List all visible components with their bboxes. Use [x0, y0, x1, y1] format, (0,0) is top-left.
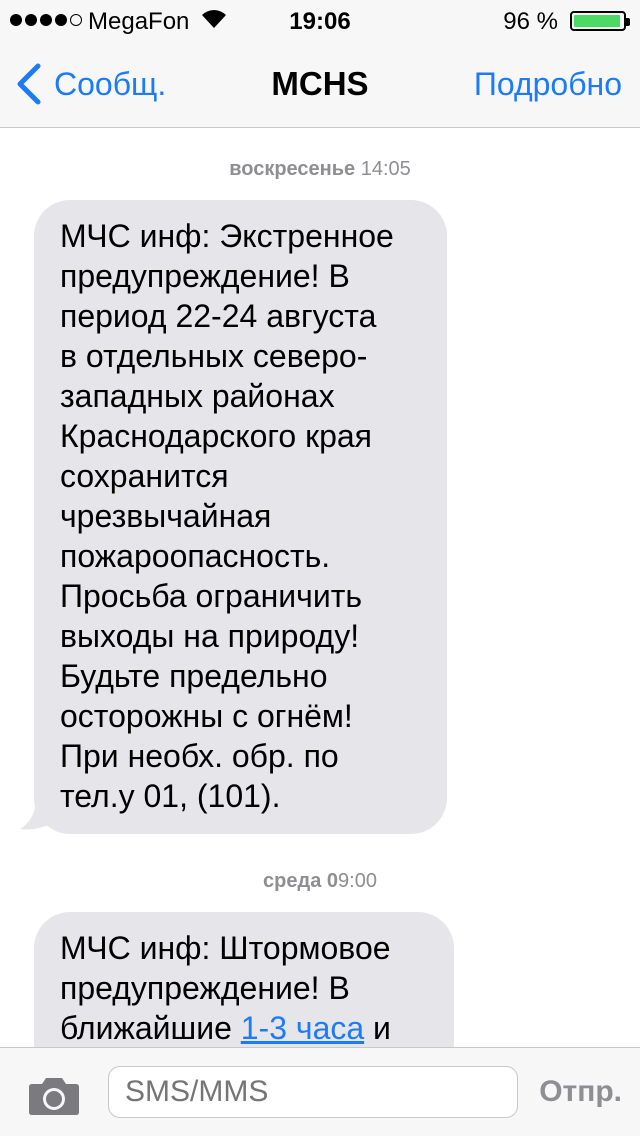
message-line: Просьба ограничить — [60, 578, 363, 614]
message-line: сохранится — [60, 458, 229, 494]
camera-icon[interactable] — [28, 1076, 80, 1116]
message-line: осторожны с огнём! — [60, 698, 353, 734]
navigation-bar: Сообщ. MCHS Подробно — [0, 40, 640, 128]
message-line: чрезвычайная — [60, 498, 272, 534]
message-composer: Отпр. — [0, 1047, 640, 1136]
message-line: МЧС инф: Экстренное — [60, 218, 394, 254]
timestamp-time: 9:00 — [338, 870, 377, 892]
message-line: пожароопасность. — [60, 538, 331, 574]
message-text: и — [364, 1010, 391, 1046]
message-line: выходы на природу! — [60, 618, 360, 654]
message-text: ближайшие — [60, 1010, 241, 1046]
message-bubble[interactable]: МЧС инф: Экстренное предупреждение! В пе… — [34, 200, 447, 834]
message-line: При необх. обр. по — [60, 738, 339, 774]
battery-icon — [570, 11, 630, 31]
message-line: МЧС инф: Штормовое — [60, 930, 391, 966]
message-line: предупреждение! В — [60, 258, 350, 294]
message-line: в отдельных северо- — [60, 338, 368, 374]
timestamp-day: воскресенье — [229, 158, 356, 180]
timestamp-time: 14:05 — [360, 158, 411, 180]
details-button[interactable]: Подробно — [474, 62, 622, 106]
message-line: ближайшие 1-3 часа и — [60, 1008, 426, 1047]
status-bar: MegaFon 19:06 96 % — [0, 0, 640, 40]
send-button[interactable]: Отпр. — [539, 1072, 622, 1112]
message-timestamp: среда 09:00 — [0, 870, 640, 893]
message-input[interactable] — [108, 1066, 518, 1118]
battery-percentage: 96 % — [503, 8, 558, 35]
battery-fill — [574, 15, 621, 27]
bubble-tail — [20, 801, 48, 830]
message-line: западных районах — [60, 378, 335, 414]
message-line: Будьте предельно — [60, 658, 328, 694]
message-line: Краснодарского края — [60, 418, 372, 454]
duration-link[interactable]: 1-3 часа — [241, 1010, 364, 1046]
message-line: период 22-24 августа — [60, 298, 377, 334]
message-line: предупреждение! В — [60, 970, 350, 1006]
message-timestamp: воскресенье 14:05 — [0, 158, 640, 181]
message-line: тел.у 01, (101). — [60, 778, 281, 814]
timestamp-day: среда 0 — [263, 870, 339, 892]
message-bubble[interactable]: МЧС инф: Штормовое предупреждение! В бли… — [34, 912, 454, 1047]
message-thread[interactable]: воскресенье 14:05 МЧС инф: Экстренное пр… — [0, 129, 640, 1047]
